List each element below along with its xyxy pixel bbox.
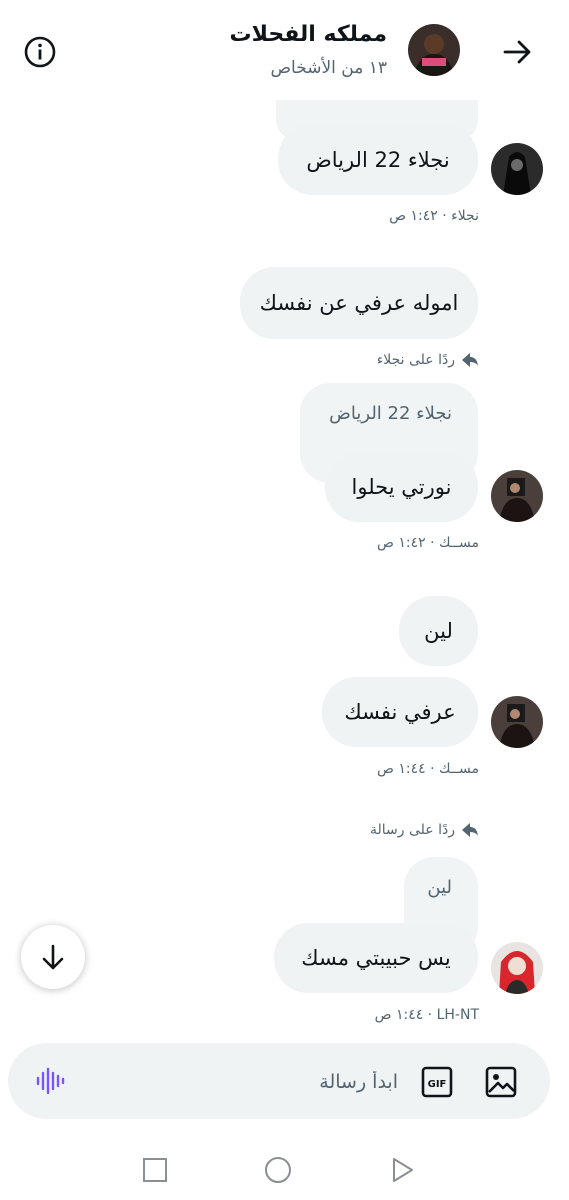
message-text: عرفي نفسك <box>344 700 456 724</box>
triangle-icon <box>393 1158 413 1182</box>
group-name: مملكه الفحلات <box>229 22 387 47</box>
home-button[interactable] <box>258 1150 298 1190</box>
square-icon <box>143 1158 167 1182</box>
gif-button[interactable]: GIF <box>420 1065 454 1099</box>
reply-indicator: ردًا على نجلاء <box>377 352 479 368</box>
message-meta: مســك · ١:٤٤ ص <box>376 761 479 777</box>
info-icon[interactable] <box>20 32 60 72</box>
arrow-down-icon <box>42 944 64 970</box>
message-input[interactable] <box>136 1061 400 1103</box>
quoted-text: لين <box>427 877 452 898</box>
reply-icon <box>462 823 478 837</box>
gif-label: GIF <box>428 1079 447 1090</box>
avatar[interactable] <box>491 470 543 522</box>
avatar[interactable] <box>491 143 543 195</box>
gif-icon: GIF <box>421 1066 453 1098</box>
conversation-header: مملكه الفحلات ١٣ من الأشخاص <box>0 0 569 100</box>
quoted-text: نجلاء 22 الرياض <box>329 403 452 424</box>
group-avatar[interactable] <box>408 24 460 76</box>
message-meta: LH-NT · ١:٤٤ ص <box>374 1007 479 1023</box>
avatar[interactable] <box>491 942 543 994</box>
message-bubble[interactable]: اموله عرفي عن نفسك <box>240 267 478 339</box>
participant-count[interactable]: ١٣ من الأشخاص <box>271 58 388 78</box>
arrow-right-icon <box>503 40 531 64</box>
back-nav-button[interactable] <box>381 1150 421 1190</box>
message-meta: مســك · ١:٤٢ ص <box>376 535 479 551</box>
voice-icon <box>36 1067 65 1095</box>
reply-label: ردًا على رسالة <box>370 822 455 838</box>
message-bubble[interactable]: عرفي نفسك <box>322 677 478 747</box>
message-text: نجلاء 22 الرياض <box>306 147 450 172</box>
message-composer: GIF <box>8 1043 550 1119</box>
message-bubble[interactable]: نجلاء 22 الرياض <box>278 124 478 195</box>
image-icon <box>485 1066 517 1098</box>
scroll-down-button[interactable] <box>21 925 85 989</box>
message-text: لين <box>424 619 453 643</box>
voice-message-button[interactable] <box>32 1063 68 1099</box>
message-bubble[interactable]: نورتي يحلوا <box>325 452 478 522</box>
message-bubble[interactable]: يس حبيبتي مسك <box>274 923 478 993</box>
message-bubble[interactable]: لين <box>399 596 478 666</box>
message-meta: نجلاء · ١:٤٢ ص <box>389 208 479 224</box>
avatar[interactable] <box>491 696 543 748</box>
back-button[interactable] <box>497 32 537 72</box>
recents-button[interactable] <box>135 1150 175 1190</box>
message-text: اموله عرفي عن نفسك <box>259 291 459 315</box>
reply-label: ردًا على نجلاء <box>376 352 455 368</box>
image-button[interactable] <box>484 1065 518 1099</box>
reply-icon <box>462 353 478 367</box>
reply-indicator: ردًا على رسالة <box>370 822 479 838</box>
message-text: نورتي يحلوا <box>351 475 452 499</box>
message-text: يس حبيبتي مسك <box>301 946 451 970</box>
circle-icon <box>265 1157 291 1183</box>
system-navigation-bar <box>0 1130 569 1200</box>
